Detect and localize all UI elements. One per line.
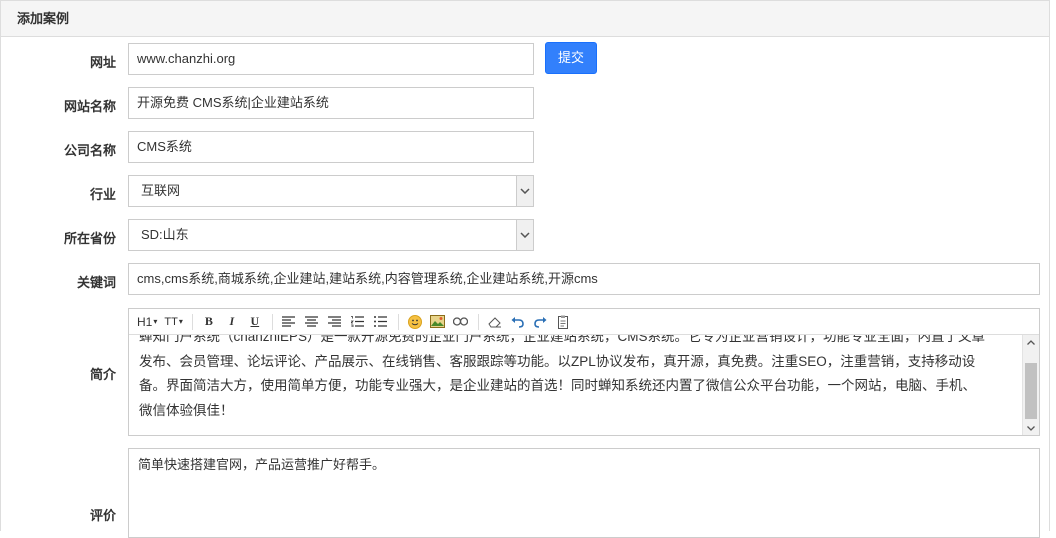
- industry-select[interactable]: 互联网: [128, 175, 534, 207]
- font-size-button[interactable]: TT ▾: [162, 312, 184, 332]
- scroll-up-icon[interactable]: [1023, 335, 1039, 349]
- chevron-down-icon[interactable]: [516, 176, 533, 206]
- province-select[interactable]: SD:山东: [128, 219, 534, 251]
- summary-line: 微信体验俱佳！: [139, 402, 234, 418]
- undo-icon[interactable]: [508, 312, 528, 332]
- align-left-icon[interactable]: [279, 312, 299, 332]
- toolbar-divider: [397, 313, 399, 330]
- site-name-label: 网站名称: [63, 99, 116, 114]
- submit-button[interactable]: 提交: [545, 42, 597, 74]
- company-input[interactable]: CMS系统: [128, 131, 534, 163]
- url-input[interactable]: www.chanzhi.org: [128, 43, 534, 75]
- editor-scrollbar[interactable]: [1022, 335, 1039, 435]
- keywords-label: 关键词: [76, 275, 116, 290]
- eraser-icon[interactable]: [485, 312, 505, 332]
- summary-line: 备。界面简洁大方，使用简单方便，功能专业强大，是企业建站的首选！同时蝉知系统还内…: [139, 378, 976, 393]
- underline-button[interactable]: U: [245, 312, 265, 332]
- align-center-icon[interactable]: [302, 312, 322, 332]
- toolbar-divider: [191, 313, 193, 330]
- scrollbar-thumb[interactable]: [1025, 363, 1037, 419]
- summary-line: 蝉知门户系统（chanzhiEPS）是一款开源免费的企业门户系统，企业建站系统，…: [139, 335, 986, 344]
- unordered-list-icon[interactable]: [371, 312, 391, 332]
- province-value: SD:山东: [141, 227, 189, 242]
- company-label: 公司名称: [63, 143, 116, 158]
- industry-value: 互联网: [141, 183, 181, 198]
- bold-button[interactable]: B: [199, 312, 219, 332]
- italic-button[interactable]: I: [222, 312, 242, 332]
- editor-toolbar: H1 ▾ TT ▾ B I U: [129, 309, 1039, 335]
- editor-content[interactable]: 蝉知门户系统（chanzhiEPS）是一款开源免费的企业门户系统，企业建站系统，…: [129, 335, 1022, 435]
- site-name-input[interactable]: 开源免费 CMS系统|企业建站系统: [128, 87, 534, 119]
- summary-editor[interactable]: H1 ▾ TT ▾ B I U 蝉知门户系统（chanzhiEPS）是一款开源免…: [128, 308, 1040, 436]
- emoji-icon[interactable]: [405, 312, 425, 332]
- summary-line: 发布、会员管理、论坛评论、产品展示、在线销售、客服跟踪等功能。以ZPL协议发布，…: [139, 353, 976, 369]
- link-icon[interactable]: [451, 312, 471, 332]
- review-label: 评价: [89, 508, 116, 523]
- toolbar-divider: [477, 313, 479, 330]
- industry-label: 行业: [89, 187, 116, 202]
- keywords-input[interactable]: cms,cms系统,商城系统,企业建站,建站系统,内容管理系统,企业建站系统,开…: [128, 263, 1040, 295]
- paste-icon[interactable]: [554, 312, 574, 332]
- align-right-icon[interactable]: [325, 312, 345, 332]
- ordered-list-icon[interactable]: [348, 312, 368, 332]
- toolbar-divider: [271, 313, 273, 330]
- province-label: 所在省份: [63, 231, 116, 246]
- chevron-down-icon[interactable]: [516, 220, 533, 250]
- image-icon[interactable]: [428, 312, 448, 332]
- heading-button[interactable]: H1 ▾: [135, 312, 159, 332]
- url-label: 网址: [89, 55, 116, 70]
- scroll-down-icon[interactable]: [1023, 421, 1039, 435]
- redo-icon[interactable]: [531, 312, 551, 332]
- review-textarea[interactable]: 简单快速搭建官网，产品运营推广好帮手。: [128, 448, 1040, 538]
- panel-title: 添加案例: [1, 1, 1049, 37]
- summary-label: 简介: [89, 367, 116, 382]
